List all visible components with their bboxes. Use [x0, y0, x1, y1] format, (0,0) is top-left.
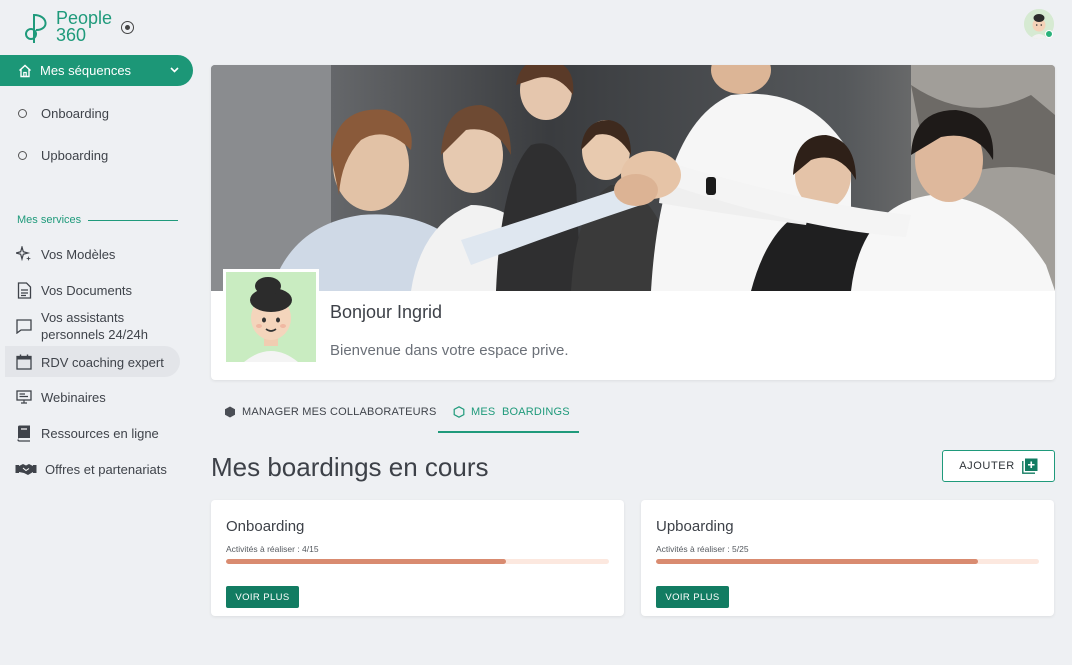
active-tab-indicator [438, 431, 579, 433]
chat-icon [15, 317, 33, 335]
greeting-text: Bonjour Ingrid [330, 302, 443, 322]
profile-picture[interactable] [223, 269, 319, 365]
sidebar-item-mes-sequences[interactable]: Mes séquences [0, 55, 193, 86]
section-label-services: Mes services [17, 214, 178, 226]
sidebar-item-label: Vos assistants personnels 24/24h [41, 309, 148, 343]
card-title: Onboarding [226, 518, 305, 535]
tab-label: MANAGER MES COLLABORATEURS [242, 406, 437, 418]
record-toggle-icon[interactable] [121, 21, 134, 34]
presentation-icon [15, 388, 33, 406]
sidebar-item-label: Vos Modèles [41, 246, 116, 262]
circle-icon [18, 109, 27, 118]
tab-label: MES BOARDINGS [471, 406, 570, 418]
card-subtitle: Activités à réaliser : 4/15 [226, 544, 319, 554]
sidebar-item-label: Upboarding [41, 148, 109, 163]
voir-plus-button[interactable]: VOIR PLUS [226, 586, 299, 608]
sidebar-item-assistants[interactable]: Vos assistants personnels 24/24h [15, 309, 148, 343]
sidebar-item-label: Onboarding [41, 106, 109, 121]
voir-plus-button[interactable]: VOIR PLUS [656, 586, 729, 608]
welcome-text: Bienvenue dans votre espace prive. [330, 342, 569, 359]
sidebar-item-upboarding[interactable]: Upboarding [18, 148, 108, 163]
progress-fill [226, 559, 506, 564]
progress-bar [226, 559, 609, 564]
card-title: Upboarding [656, 518, 734, 535]
tab-manager-collaborateurs[interactable]: MANAGER MES COLLABORATEURS [224, 406, 436, 418]
app-window: People 360 Mes séquences Onboarding Upbo… [0, 0, 1072, 665]
sidebar-item-modeles[interactable]: Vos Modèles [15, 245, 115, 263]
sidebar-item-label: Offres et partenariats [45, 461, 167, 477]
sidebar-item-documents[interactable]: Vos Documents [15, 281, 132, 299]
sidebar-item-onboarding[interactable]: Onboarding [18, 106, 109, 121]
sidebar-item-offres[interactable]: Offres et partenariats [15, 460, 167, 478]
sidebar-item-webinaires[interactable]: Webinaires [15, 388, 106, 406]
hexagon-outline-icon [453, 406, 465, 418]
sidebar-item-label: Vos Documents [41, 282, 133, 298]
sidebar-item-label: Ressources en ligne [41, 425, 159, 441]
online-status-indicator [1045, 30, 1053, 38]
boarding-card-onboarding: Onboarding Activités à réaliser : 4/15 V… [211, 500, 624, 616]
tab-mes-boardings[interactable]: MES BOARDINGS [453, 406, 570, 418]
sidebar-item-label: Mes séquences [40, 63, 132, 78]
sidebar-item-rdv-coaching[interactable]: RDV coaching expert [15, 353, 164, 371]
welcome-card: Bonjour Ingrid Bienvenue dans votre espa… [211, 65, 1055, 380]
add-button[interactable]: AJOUTER [942, 450, 1055, 482]
page-title: Mes boardings en cours [211, 452, 489, 482]
circle-icon [18, 151, 27, 160]
chevron-down-icon[interactable] [169, 64, 180, 75]
hexagon-filled-icon [225, 406, 235, 418]
add-button-label: AJOUTER [959, 460, 1015, 472]
brand-name: People 360 [56, 9, 112, 45]
boarding-card-upboarding: Upboarding Activités à réaliser : 5/25 V… [641, 500, 1054, 616]
sidebar-item-ressources[interactable]: Ressources en ligne [15, 424, 159, 442]
sidebar-item-label: Webinaires [41, 389, 106, 405]
document-icon [15, 281, 33, 299]
book-icon [15, 424, 33, 442]
brand-logo[interactable]: People 360 [24, 9, 112, 46]
sidebar-item-label: RDV coaching expert [41, 354, 164, 370]
add-square-icon [1021, 458, 1038, 474]
sparkles-icon [15, 245, 33, 263]
progress-fill [656, 559, 978, 564]
people360-logo-icon [25, 14, 47, 43]
home-icon [19, 64, 31, 77]
brand-name-line2: 360 [56, 25, 87, 45]
sidebar-item-label-line1: Vos assistants [41, 310, 125, 325]
calendar-icon [15, 353, 33, 371]
sidebar-item-label-line2: personnels 24/24h [41, 327, 148, 342]
team-high-five-photo [211, 65, 1055, 291]
handshake-icon [15, 460, 37, 478]
card-subtitle: Activités à réaliser : 5/25 [656, 544, 749, 554]
progress-bar [656, 559, 1039, 564]
